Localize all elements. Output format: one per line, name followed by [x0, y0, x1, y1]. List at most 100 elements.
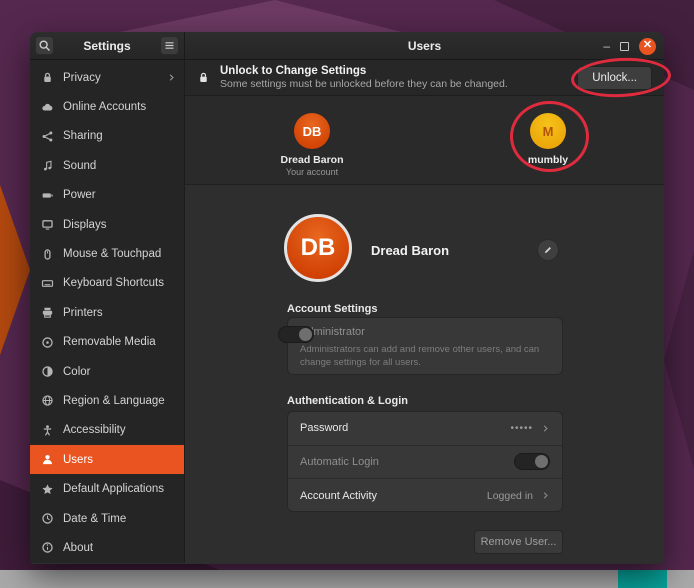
close-button[interactable]: ✕: [639, 38, 656, 55]
sidebar-item-privacy[interactable]: Privacy: [30, 63, 184, 92]
auth-row-password[interactable]: Password•••••: [288, 412, 562, 446]
wallpaper-triangle: [0, 185, 30, 355]
settings-window: Settings Users – ✕ Privacy Online Account…: [30, 32, 664, 564]
banner-title: Unlock to Change Settings: [220, 64, 508, 78]
sidebar-item-label: Online Accounts: [63, 101, 146, 113]
sidebar-item-label: Color: [63, 366, 90, 378]
row-value: Logged in: [487, 490, 533, 502]
search-button[interactable]: [35, 36, 54, 55]
clock-icon: [41, 512, 54, 525]
sidebar-item-label: Users: [63, 454, 93, 466]
sidebar-item-label: Sound: [63, 160, 96, 172]
app-title: Settings: [58, 39, 156, 53]
sidebar-item-color[interactable]: Color: [30, 357, 184, 386]
sidebar-item-users[interactable]: Users: [30, 445, 184, 474]
cloud-icon: [41, 101, 54, 114]
sidebar-item-label: Accessibility: [63, 424, 126, 436]
row-right: •••••: [510, 423, 550, 434]
star-icon: [41, 483, 54, 496]
access-icon: [41, 424, 54, 437]
chevron-right-icon: [167, 73, 176, 82]
sidebar-item-region-language[interactable]: Region & Language: [30, 386, 184, 415]
profile-avatar[interactable]: DB: [284, 214, 352, 282]
hamburger-menu-icon: [163, 39, 176, 52]
user-card-mumbly[interactable]: M mumbly: [512, 113, 584, 166]
sidebar-item-label: Sharing: [63, 130, 103, 142]
avatar: M: [530, 113, 566, 149]
sidebar-item-label: Displays: [63, 219, 106, 231]
toggle-knob: [299, 328, 312, 341]
window-controls: – ✕: [603, 32, 656, 60]
user-name: Dread Baron: [276, 154, 348, 166]
sidebar-item-accessibility[interactable]: Accessibility: [30, 416, 184, 445]
administrator-description: Administrators can add and remove other …: [300, 344, 552, 369]
mouse-icon: [41, 248, 54, 261]
maximize-button[interactable]: [620, 42, 629, 51]
auth-login-card: Password••••• Automatic Login Account Acti…: [287, 411, 563, 512]
edit-name-button[interactable]: [537, 239, 559, 261]
sidebar-item-power[interactable]: Power: [30, 181, 184, 210]
sidebar-item-label: Date & Time: [63, 513, 126, 525]
sidebar-item-online-accounts[interactable]: Online Accounts: [30, 92, 184, 121]
sidebar-item-label: Keyboard Shortcuts: [63, 277, 164, 289]
printer-icon: [41, 306, 54, 319]
sidebar-item-label: Power: [63, 189, 96, 201]
unlock-banner: Unlock to Change Settings Some settings …: [185, 60, 664, 96]
sidebar-item-removable-media[interactable]: Removable Media: [30, 328, 184, 357]
share-icon: [41, 130, 54, 143]
taskbar[interactable]: [0, 570, 694, 588]
sidebar-item-displays[interactable]: Displays: [30, 210, 184, 239]
display-icon: [41, 218, 54, 231]
titlebar[interactable]: Settings Users – ✕: [30, 32, 664, 60]
row-label: Automatic Login: [300, 456, 379, 468]
content-header: Users – ✕: [185, 32, 664, 59]
sidebar-item-label: About: [63, 542, 93, 554]
banner-text: Unlock to Change Settings Some settings …: [220, 64, 508, 92]
chevron-right-icon: [541, 424, 550, 433]
globe-icon: [41, 394, 54, 407]
user-name: mumbly: [512, 154, 584, 166]
wallpaper-triangle: [664, 250, 694, 470]
sidebar-item-mouse-touchpad[interactable]: Mouse & Touchpad: [30, 239, 184, 268]
profile-name: Dread Baron: [371, 243, 449, 258]
sidebar-item-default-applications[interactable]: Default Applications: [30, 474, 184, 503]
wallpaper-triangle: [110, 0, 410, 34]
automatic-login-toggle[interactable]: [514, 453, 550, 470]
row-right: Logged in: [487, 490, 550, 502]
battery-icon: [41, 189, 54, 202]
menu-button[interactable]: [160, 36, 179, 55]
row-label: Account Activity: [300, 490, 377, 502]
administrator-card: Administrator Administrators can add and…: [287, 317, 563, 375]
users-content: DB Dread Baron Your account M mumbly DB …: [185, 96, 664, 563]
auth-row-account-activity[interactable]: Account Activity Logged in: [288, 479, 562, 513]
remove-user-button[interactable]: Remove User...: [474, 530, 563, 554]
search-icon: [38, 39, 51, 52]
sidebar-item-date-time[interactable]: Date & Time: [30, 504, 184, 533]
sidebar-item-sound[interactable]: Sound: [30, 151, 184, 180]
taskbar-teal-block[interactable]: [618, 570, 667, 588]
unlock-button[interactable]: Unlock...: [577, 66, 652, 90]
sidebar: Privacy Online Accounts Sharing Sound Power D…: [30, 60, 185, 563]
user-switcher: DB Dread Baron Your account M mumbly: [185, 96, 664, 185]
sidebar-item-sharing[interactable]: Sharing: [30, 122, 184, 151]
sidebar-item-keyboard-shortcuts[interactable]: Keyboard Shortcuts: [30, 269, 184, 298]
auth-row-automatic-login[interactable]: Automatic Login: [288, 446, 562, 480]
sidebar-item-label: Privacy: [63, 72, 101, 84]
chevron-right-icon: [541, 491, 550, 500]
minimize-button[interactable]: –: [603, 41, 610, 51]
avatar: DB: [294, 113, 330, 149]
row-value: •••••: [510, 423, 533, 434]
users-panel: Unlock to Change Settings Some settings …: [185, 60, 664, 563]
sidebar-item-label: Mouse & Touchpad: [63, 248, 161, 260]
sidebar-item-label: Printers: [63, 307, 103, 319]
sidebar-item-about[interactable]: About: [30, 533, 184, 562]
auth-login-heading: Authentication & Login: [287, 395, 408, 407]
administrator-toggle[interactable]: [278, 326, 314, 343]
pencil-icon: [543, 245, 553, 255]
user-subtitle: Your account: [276, 167, 348, 177]
user-icon: [41, 453, 54, 466]
sidebar-item-printers[interactable]: Printers: [30, 298, 184, 327]
keyboard-icon: [41, 277, 54, 290]
user-card-dread-baron[interactable]: DB Dread Baron Your account: [276, 113, 348, 177]
panel-title: Users: [185, 39, 664, 53]
